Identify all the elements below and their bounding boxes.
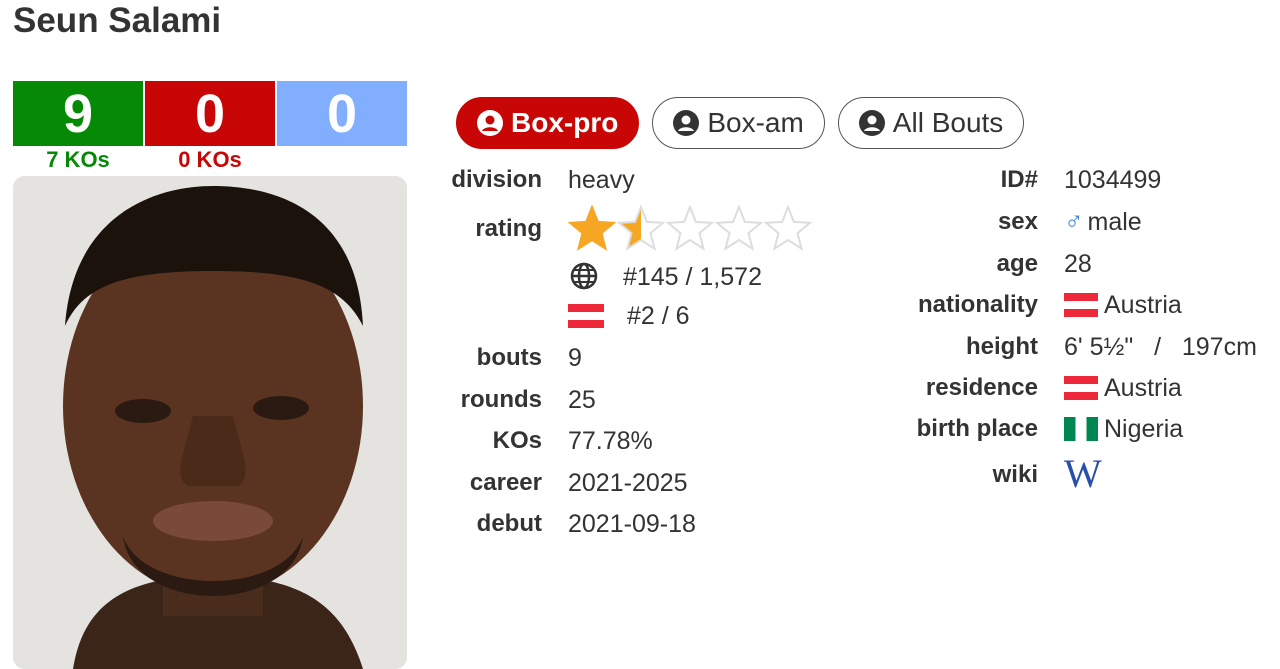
star-rating-icon — [567, 204, 813, 251]
country-rank-row: #2 / 6 — [568, 302, 690, 331]
height-label: height — [966, 333, 1038, 360]
nigeria-flag-icon — [1064, 417, 1098, 441]
sex-value: male — [1087, 208, 1142, 236]
star-icon — [714, 204, 764, 251]
id-value: 1034499 — [1064, 166, 1162, 194]
user-circle-icon — [673, 110, 700, 136]
tab-label: All Bouts — [892, 107, 1004, 138]
kos-value: 77.78% — [568, 427, 653, 455]
division-label: division — [451, 166, 542, 193]
rating-label: rating — [475, 215, 542, 242]
age-label: age — [996, 250, 1038, 277]
bout-type-tabs: Box-pro Box-am All Bouts — [456, 97, 1025, 149]
rating-stars — [567, 204, 813, 260]
birthplace-label: birth place — [916, 415, 1038, 442]
career-label: career — [469, 469, 542, 496]
birthplace-value: Nigeria — [1104, 415, 1184, 443]
wiki-label: wiki — [992, 461, 1038, 488]
losses-count: 0 — [145, 81, 275, 146]
career-value: 2021-2025 — [568, 469, 688, 497]
star-icon — [567, 204, 617, 251]
nationality-row: Austria — [1064, 291, 1182, 320]
kos-label: KOs — [492, 427, 542, 454]
loss-kos: 0 KOs — [178, 147, 242, 172]
austria-flag-icon — [1064, 293, 1098, 317]
nationality-label: nationality — [917, 291, 1038, 318]
bouts-label: bouts — [476, 344, 542, 371]
world-rank[interactable]: #145 / 1,572 — [623, 263, 762, 291]
draws-count: 0 — [277, 81, 407, 146]
sex-row: ♂ male — [1064, 206, 1142, 237]
star-icon — [616, 204, 666, 251]
age-value: 28 — [1064, 250, 1092, 278]
star-icon — [665, 204, 715, 251]
debut-value[interactable]: 2021-09-18 — [568, 510, 696, 539]
tab-label: Box-am — [707, 107, 804, 138]
wikipedia-icon[interactable]: W — [1064, 450, 1102, 497]
fighter-name: Seun Salami — [13, 1, 222, 40]
user-circle-icon — [858, 110, 885, 136]
male-icon: ♂ — [1064, 206, 1084, 236]
rounds-label: rounds — [460, 386, 542, 413]
bouts-value: 9 — [568, 344, 582, 372]
austria-flag-icon — [1064, 376, 1098, 400]
birthplace-row: Nigeria — [1064, 415, 1183, 444]
division-value: heavy — [568, 166, 635, 194]
height-value: 6' 5½" / 197cm — [1064, 333, 1257, 361]
win-kos: 7 KOs — [46, 147, 110, 172]
austria-flag-icon — [568, 304, 604, 328]
fighter-photo — [13, 176, 407, 669]
tab-all-bouts[interactable]: All Bouts — [837, 97, 1025, 149]
rounds-value: 25 — [568, 386, 596, 414]
star-icon — [763, 204, 813, 251]
nationality-value: Austria — [1104, 291, 1182, 319]
tab-label: Box-pro — [511, 107, 619, 138]
tab-box-am[interactable]: Box-am — [652, 97, 825, 149]
user-circle-icon — [477, 110, 503, 136]
debut-label: debut — [476, 510, 542, 537]
tab-box-pro[interactable]: Box-pro — [456, 97, 640, 149]
sex-label: sex — [997, 208, 1038, 235]
country-rank[interactable]: #2 / 6 — [627, 302, 690, 330]
world-rank-row: #145 / 1,572 — [570, 262, 762, 292]
record-summary: 9 0 0 — [13, 81, 407, 146]
residence-label: residence — [925, 374, 1038, 401]
residence-value: Austria — [1104, 374, 1182, 402]
residence-row: Austria — [1064, 374, 1182, 403]
globe-icon — [570, 262, 598, 290]
wins-count: 9 — [13, 81, 143, 146]
id-label: ID# — [1000, 166, 1038, 193]
